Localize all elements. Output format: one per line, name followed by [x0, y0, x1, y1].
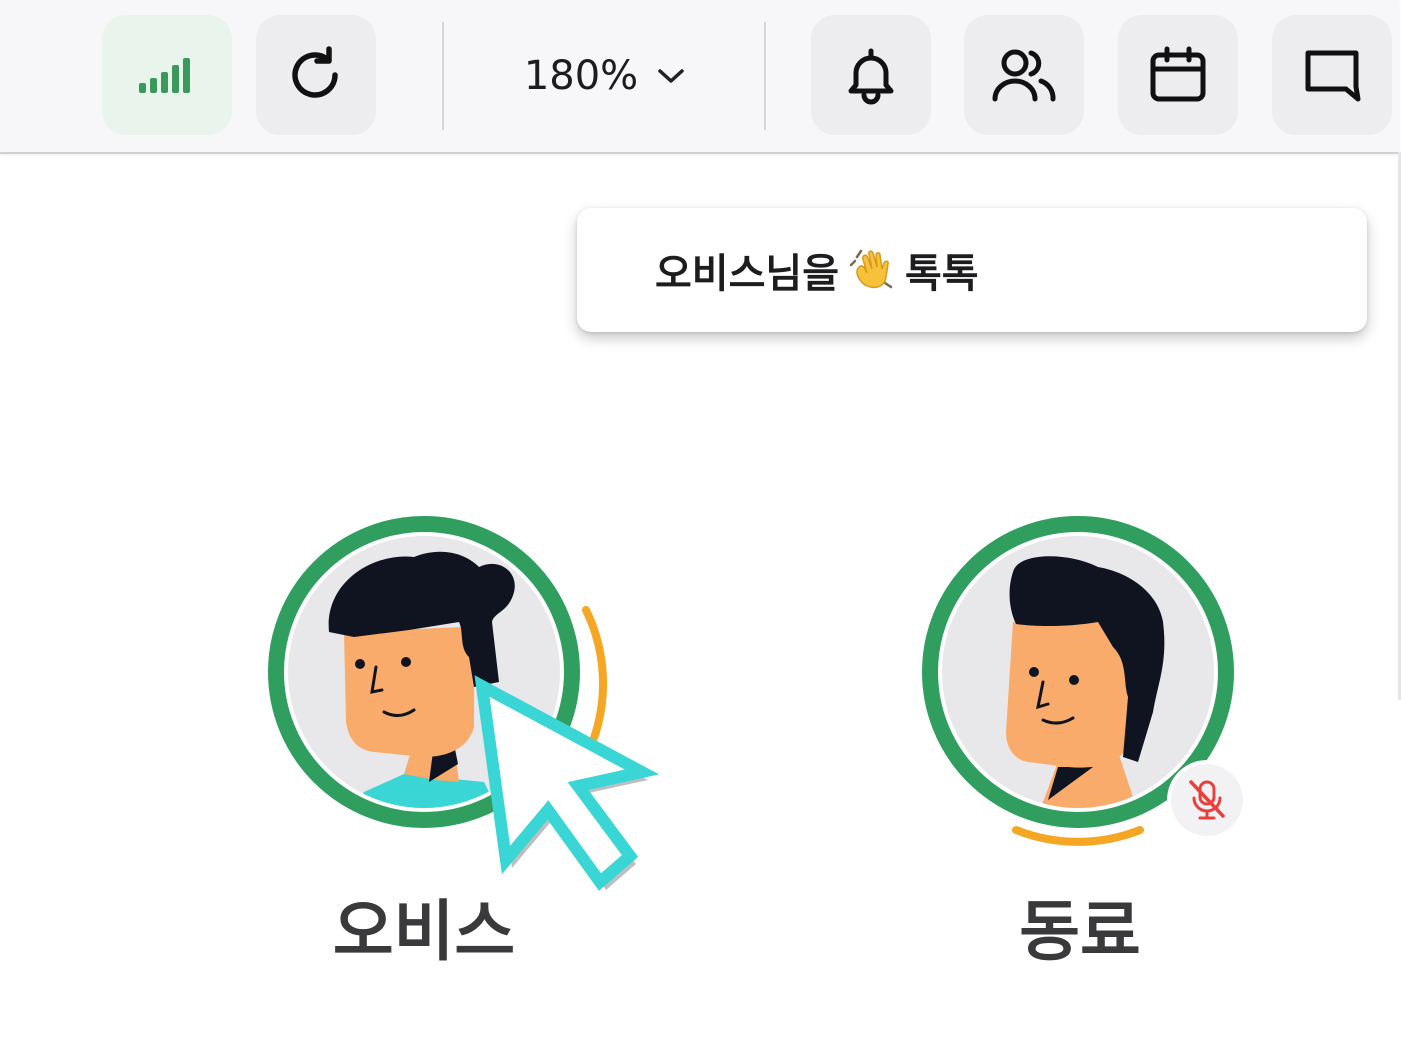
participants-button[interactable] — [964, 15, 1084, 135]
users-icon — [992, 49, 1056, 102]
toolbar-divider — [442, 22, 444, 130]
waving-hand-icon — [849, 249, 893, 289]
chevron-down-icon — [658, 69, 684, 83]
popup-text-before: 오비스님을 — [655, 251, 839, 297]
popup-text-after: 톡톡 — [905, 251, 979, 297]
chat-icon — [1305, 50, 1361, 102]
calendar-icon — [1150, 46, 1206, 102]
notifications-button[interactable] — [811, 15, 931, 135]
zoom-value: 180% — [523, 53, 639, 99]
top-toolbar: 180% — [0, 0, 1399, 154]
mouse-pointer-icon — [474, 675, 660, 891]
nudge-popup[interactable]: 오비스님을 톡톡 — [577, 208, 1367, 332]
signal-strength-button[interactable] — [102, 15, 232, 135]
bell-icon — [848, 48, 894, 105]
refresh-button[interactable] — [256, 15, 376, 135]
zoom-select[interactable]: 180% — [470, 40, 740, 112]
participant-name: 동료 — [1019, 893, 1141, 970]
mic-off-icon — [1189, 780, 1225, 820]
mute-badge — [1171, 764, 1243, 836]
refresh-icon — [292, 46, 338, 98]
chat-button[interactable] — [1272, 15, 1392, 135]
toolbar-divider — [764, 22, 766, 130]
calendar-button[interactable] — [1118, 15, 1238, 135]
signal-strength-icon — [139, 58, 190, 93]
